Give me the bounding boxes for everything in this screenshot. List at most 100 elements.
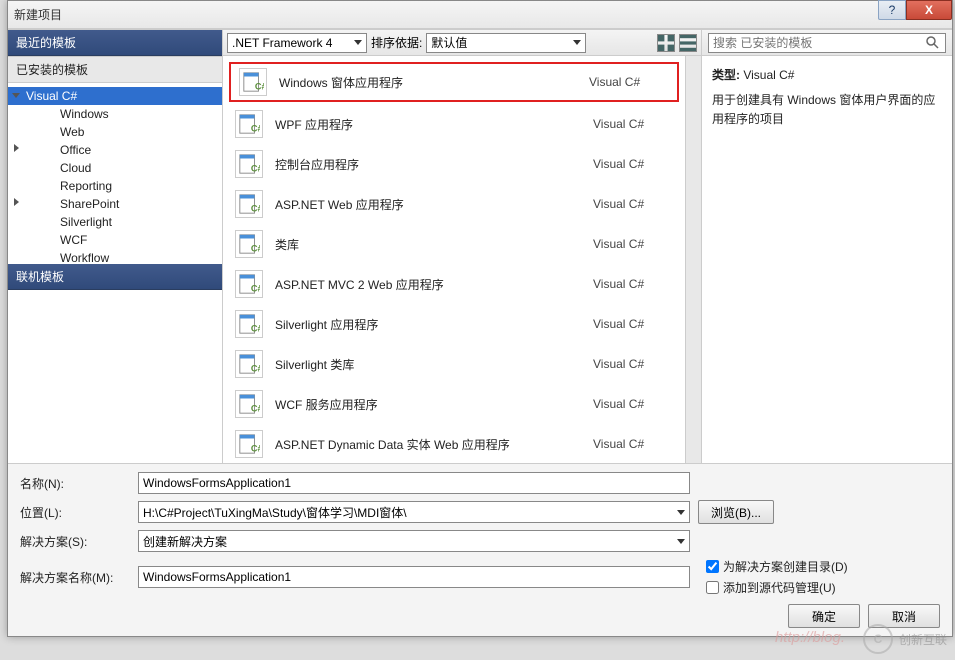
template-row[interactable]: C#WCF 服务应用程序Visual C# [227, 384, 681, 424]
solution-combo[interactable]: 创建新解决方案 [138, 530, 690, 552]
tree-item-label: Cloud [60, 161, 91, 175]
source-control-checkbox[interactable]: 添加到源代码管理(U) [706, 579, 848, 596]
tree-item-label: Silverlight [60, 215, 112, 229]
template-row[interactable]: C#Silverlight 应用程序Visual C# [227, 304, 681, 344]
tree-item[interactable]: SharePoint [8, 195, 222, 213]
search-icon [925, 35, 941, 51]
template-name: ASP.NET Web 应用程序 [275, 196, 593, 213]
expand-icon [14, 198, 19, 206]
watermark-brand: C 创新互联 [863, 624, 947, 654]
ok-button[interactable]: 确定 [788, 604, 860, 628]
svg-text:C#: C# [251, 443, 260, 453]
template-name: ASP.NET MVC 2 Web 应用程序 [275, 276, 593, 293]
type-value: Visual C# [743, 68, 794, 82]
template-name: WPF 应用程序 [275, 116, 593, 133]
chevron-down-icon [354, 40, 362, 45]
template-list[interactable]: C#Windows 窗体应用程序Visual C#C#WPF 应用程序Visua… [223, 56, 685, 463]
tree-item-label: Visual C# [26, 89, 77, 103]
name-label: 名称(N): [20, 475, 130, 492]
template-lang: Visual C# [589, 75, 669, 89]
template-name: ASP.NET Dynamic Data 实体 Web 应用程序 [275, 436, 593, 453]
watermark-icon: C [863, 624, 893, 654]
svg-text:C#: C# [251, 403, 260, 413]
template-row[interactable]: C# WPF 应用程序Visual C# [227, 104, 681, 144]
template-row[interactable]: C#类库Visual C# [227, 224, 681, 264]
solution-label: 解决方案(S): [20, 533, 130, 550]
bottom-form: 名称(N): WindowsFormsApplication1 位置(L): H… [8, 463, 952, 636]
solname-input[interactable]: WindowsFormsApplication1 [138, 566, 690, 588]
template-name: 控制台应用程序 [275, 156, 593, 173]
tree-item[interactable]: Cloud [8, 159, 222, 177]
template-lang: Visual C# [593, 157, 673, 171]
svg-text:C#: C# [251, 163, 260, 173]
template-row[interactable]: C# Windows 窗体应用程序Visual C# [229, 62, 679, 102]
create-dir-checkbox[interactable]: 为解决方案创建目录(D) [706, 558, 848, 575]
sidebar-header-installed[interactable]: 已安装的模板 [8, 56, 222, 83]
search-input[interactable] [708, 33, 946, 53]
template-description: 用于创建具有 Windows 窗体用户界面的应用程序的项目 [712, 91, 942, 129]
expand-icon [12, 93, 20, 102]
tree-item[interactable]: WCF [8, 231, 222, 249]
tree-item[interactable]: Workflow [8, 249, 222, 264]
tree-item[interactable]: Silverlight [8, 213, 222, 231]
tree-item[interactable]: Windows [8, 105, 222, 123]
expand-icon [14, 144, 19, 152]
svg-text:C#: C# [251, 123, 260, 133]
sort-value: 默认值 [431, 34, 467, 51]
tree-item[interactable]: Office [8, 141, 222, 159]
template-name: Windows 窗体应用程序 [279, 74, 589, 91]
tree-item-label: Reporting [60, 179, 112, 193]
template-icon: C# [239, 68, 267, 96]
template-lang: Visual C# [593, 197, 673, 211]
template-name: 类库 [275, 236, 593, 253]
template-icon: C# [235, 390, 263, 418]
template-row[interactable]: C#ASP.NET MVC 2 Web 应用程序Visual C# [227, 264, 681, 304]
template-icon: C# [235, 350, 263, 378]
close-button[interactable]: X [906, 0, 952, 20]
search-field[interactable] [713, 36, 925, 50]
chevron-down-icon [677, 510, 685, 515]
template-name: WCF 服务应用程序 [275, 396, 593, 413]
view-details-button[interactable] [679, 34, 697, 52]
tree-item[interactable]: Web [8, 123, 222, 141]
tree-item[interactable]: Reporting [8, 177, 222, 195]
template-lang: Visual C# [593, 437, 673, 451]
template-tree: Visual C# WindowsWebOffice Cloud Reporting S… [8, 83, 222, 264]
chevron-down-icon [677, 539, 685, 544]
template-icon: C# [235, 430, 263, 458]
location-combo[interactable]: H:\C#Project\TuXingMa\Study\窗体学习\MDI窗体\ [138, 501, 690, 523]
tree-item-label: WCF [60, 233, 87, 247]
titlebar[interactable]: 新建项目 ? X [8, 1, 952, 29]
scrollbar[interactable] [685, 56, 701, 463]
svg-text:C#: C# [251, 243, 260, 253]
template-row[interactable]: C# 控制台应用程序Visual C# [227, 144, 681, 184]
type-label: 类型: [712, 68, 740, 82]
browse-button[interactable]: 浏览(B)... [698, 500, 774, 524]
sidebar-header-recent[interactable]: 最近的模板 [8, 30, 222, 56]
tree-item[interactable]: Visual C# [8, 87, 222, 105]
template-icon: C# [235, 310, 263, 338]
view-small-icons-button[interactable] [657, 34, 675, 52]
template-name: Silverlight 类库 [275, 356, 593, 373]
template-icon: C# [235, 110, 263, 138]
template-row[interactable]: C# Silverlight 类库Visual C# [227, 344, 681, 384]
help-button[interactable]: ? [878, 0, 906, 20]
template-icon: C# [235, 190, 263, 218]
template-row[interactable]: C# ASP.NET Web 应用程序Visual C# [227, 184, 681, 224]
right-panel: 类型: Visual C# 用于创建具有 Windows 窗体用户界面的应用程序… [702, 30, 952, 463]
solname-label: 解决方案名称(M): [20, 569, 130, 586]
sort-combo[interactable]: 默认值 [426, 33, 586, 53]
template-row[interactable]: C# ASP.NET Dynamic Data 实体 Web 应用程序Visual… [227, 424, 681, 463]
sidebar-header-online[interactable]: 联机模板 [8, 264, 222, 290]
template-lang: Visual C# [593, 117, 673, 131]
sort-label: 排序依据: [371, 34, 422, 51]
framework-combo[interactable]: .NET Framework 4 [227, 33, 367, 53]
center-toolbar: .NET Framework 4 排序依据: 默认值 [223, 30, 701, 56]
name-input[interactable]: WindowsFormsApplication1 [138, 472, 690, 494]
template-lang: Visual C# [593, 357, 673, 371]
svg-text:C#: C# [251, 323, 260, 333]
template-icon: C# [235, 230, 263, 258]
framework-value: .NET Framework 4 [232, 36, 332, 50]
template-icon: C# [235, 150, 263, 178]
watermark-url: http://blog. [775, 629, 845, 646]
